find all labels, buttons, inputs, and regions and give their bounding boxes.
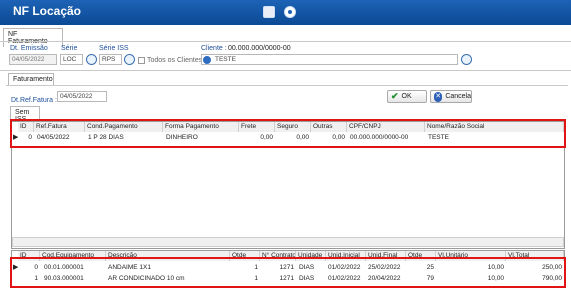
cliente-value: TESTE	[215, 56, 236, 63]
dt-ref-field[interactable]: 04/05/2022	[57, 91, 107, 102]
cancel-label: Cancela	[445, 93, 471, 100]
dt-emissao-value: 04/05/2022	[12, 56, 45, 63]
highlight-box	[10, 119, 566, 148]
cliente-cnpj: 00.000.000/0000-00	[228, 45, 291, 52]
cliente-label: Cliente :	[201, 45, 227, 52]
serie-field[interactable]: LOC	[60, 54, 83, 65]
ok-button[interactable]: ✔ OK	[387, 90, 427, 103]
cancel-button[interactable]: ✕ Cancela	[430, 90, 472, 103]
serie-iss-value: RPS	[102, 56, 116, 63]
section-divider	[0, 70, 571, 71]
serie-label: Série	[61, 45, 78, 52]
dt-emissao-label: Dt. Emissão	[10, 45, 48, 52]
window-menu-icon[interactable]	[263, 6, 275, 18]
todos-clientes-label: Todos os Clientes	[147, 57, 203, 64]
title-bar: NF Locação	[0, 0, 571, 25]
tab-faturamento[interactable]: Faturamento	[8, 73, 54, 85]
serie-search-icon[interactable]	[86, 54, 97, 65]
tab-divider	[0, 41, 571, 42]
check-icon: ✔	[391, 91, 399, 101]
serie-iss-label: Série ISS	[99, 45, 129, 52]
ok-label: OK	[401, 93, 412, 100]
todos-clientes-checkbox[interactable]	[138, 57, 145, 64]
subtab-divider	[6, 85, 568, 86]
window-help-icon[interactable]	[284, 6, 296, 18]
dt-ref-value: 04/05/2022	[60, 93, 93, 100]
dt-ref-label: Dt.Ref.Fatura :	[11, 97, 57, 104]
horizontal-scrollbar[interactable]	[12, 237, 564, 247]
cliente-search-icon[interactable]	[461, 54, 472, 65]
serie-iss-field[interactable]: RPS	[99, 54, 122, 65]
cancel-icon: ✕	[434, 91, 443, 102]
cliente-info-icon	[203, 56, 211, 64]
window-title: NF Locação	[13, 4, 82, 18]
cliente-field[interactable]: TESTE	[201, 54, 458, 65]
serie-iss-search-icon[interactable]	[124, 54, 135, 65]
serie-value: LOC	[63, 56, 77, 63]
dt-emissao-field[interactable]: 04/05/2022	[9, 54, 57, 65]
highlight-box	[10, 257, 566, 288]
